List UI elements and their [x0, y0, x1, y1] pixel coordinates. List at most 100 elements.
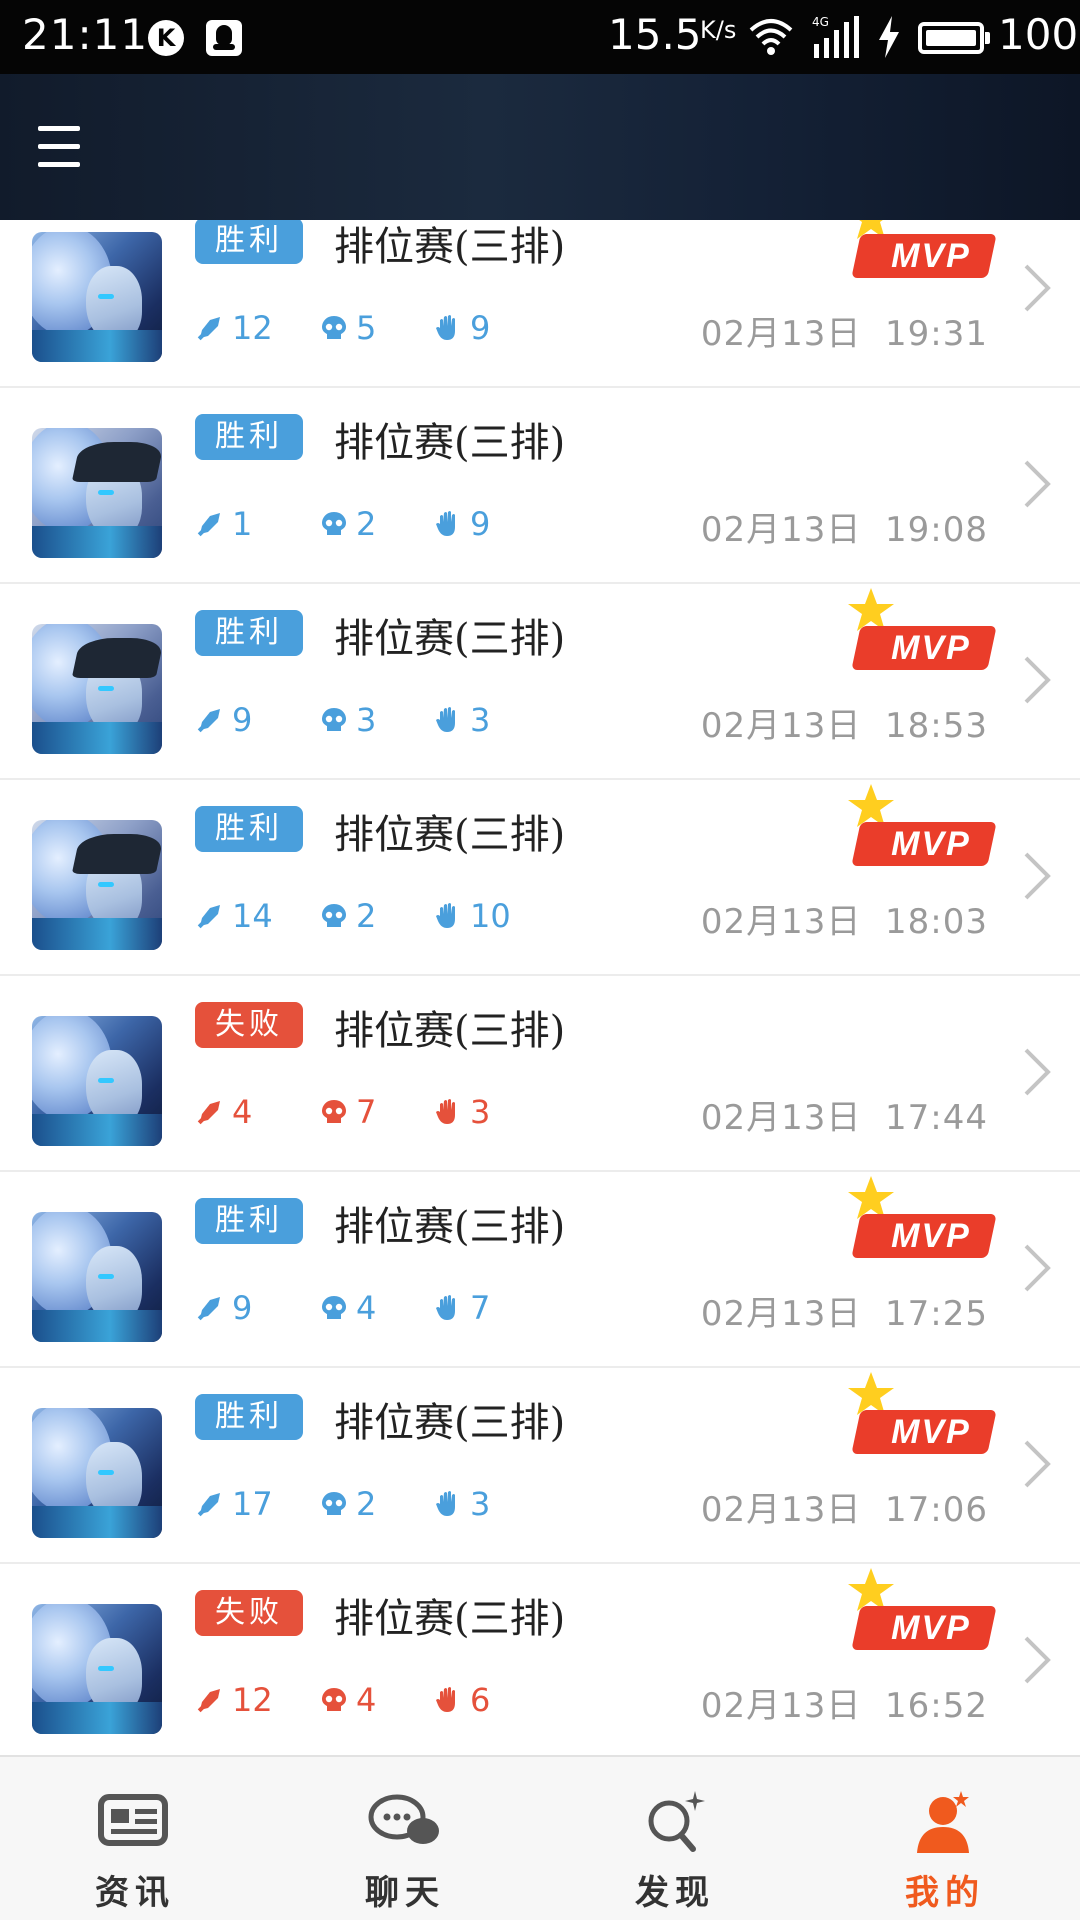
match-time: 18:03: [885, 902, 988, 942]
nav-label-news: 资讯: [95, 1873, 175, 1913]
news-icon: [98, 1794, 168, 1846]
match-row[interactable]: 胜利 排位赛(三排) 12 5 9 02月13日 19:31 MVP: [0, 220, 1080, 388]
match-time: 19:08: [885, 510, 988, 550]
match-date: 02月13日: [700, 510, 862, 550]
nav-item-profile[interactable]: 我的: [810, 1757, 1080, 1920]
result-badge: 失败: [195, 1590, 303, 1636]
match-time: 16:52: [885, 1686, 988, 1726]
hero-avatar: [32, 1408, 162, 1538]
skull-icon: [322, 1492, 346, 1515]
hand-icon: [436, 1491, 455, 1516]
match-date: 02月13日: [700, 1686, 862, 1726]
mvp-label: MVP: [891, 1217, 971, 1255]
match-row[interactable]: 胜利 排位赛(三排) 1 2 9 02月13日 19:08: [0, 388, 1080, 584]
chevron-right-icon: [1024, 1636, 1051, 1684]
match-time: 17:06: [885, 1490, 988, 1530]
match-row[interactable]: 胜利 排位赛(三排) 9 4 7 02月13日 17:25 MVP: [0, 1172, 1080, 1368]
hero-avatar: [32, 624, 162, 754]
assists-value: 3: [470, 1093, 491, 1131]
kills-stat: 1: [196, 504, 252, 544]
nav-label-chat: 聊天: [365, 1873, 445, 1913]
hand-icon: [436, 1687, 455, 1712]
match-datetime: 02月13日 18:03: [701, 894, 988, 943]
match-row[interactable]: 失败 排位赛(三排) 4 7 3 02月13日 17:44: [0, 976, 1080, 1172]
sword-icon: [197, 317, 220, 341]
hero-avatar: [32, 820, 162, 950]
mvp-badge: MVP: [846, 782, 997, 878]
hamburger-menu-icon[interactable]: [38, 120, 84, 172]
nav-item-news[interactable]: 资讯: [0, 1757, 270, 1920]
hero-avatar: [32, 1016, 162, 1146]
skull-icon: [322, 708, 346, 731]
match-datetime: 02月13日 18:53: [701, 698, 988, 747]
deaths-stat: 4: [320, 1680, 376, 1720]
match-mode: 排位赛(三排): [334, 224, 566, 270]
mvp-badge: MVP: [846, 586, 997, 682]
assists-value: 3: [470, 701, 491, 739]
match-datetime: 02月13日 17:06: [701, 1482, 988, 1531]
deaths-value: 7: [356, 1093, 377, 1131]
status-time: 21:11: [22, 10, 149, 59]
battery-icon: [918, 22, 990, 54]
assists-value: 3: [470, 1485, 491, 1523]
deaths-value: 2: [356, 505, 377, 543]
kills-value: 1: [232, 505, 253, 543]
chevron-right-icon: [1024, 1440, 1051, 1488]
kills-value: 9: [232, 701, 253, 739]
profile-icon: [917, 1791, 969, 1853]
mvp-badge: MVP: [846, 220, 997, 290]
assists-stat: 3: [434, 700, 490, 740]
result-badge: 失败: [195, 1002, 303, 1048]
skull-icon: [322, 316, 346, 339]
chat-icon: [368, 1794, 439, 1844]
assists-stat: 3: [434, 1484, 490, 1524]
mvp-badge: MVP: [846, 1174, 997, 1270]
deaths-value: 2: [356, 897, 377, 935]
hero-avatar: [32, 1604, 162, 1734]
chevron-right-icon: [1024, 460, 1051, 508]
mvp-badge: MVP: [846, 1370, 997, 1466]
skull-icon: [322, 512, 346, 535]
sword-icon: [197, 905, 220, 929]
bottom-nav: 资讯 聊天 发现 我的: [0, 1755, 1080, 1920]
assists-value: 6: [470, 1681, 491, 1719]
kills-value: 12: [232, 1681, 273, 1719]
assists-value: 10: [470, 897, 511, 935]
assists-stat: 9: [434, 504, 490, 544]
skull-icon: [322, 1100, 346, 1123]
assists-stat: 3: [434, 1092, 490, 1132]
skull-icon: [322, 1688, 346, 1711]
assists-stat: 6: [434, 1680, 490, 1720]
kills-value: 9: [232, 1289, 253, 1327]
sword-icon: [197, 1493, 220, 1517]
match-row[interactable]: 胜利 排位赛(三排) 14 2 10 02月13日 18:03 MVP: [0, 780, 1080, 976]
chevron-right-icon: [1024, 656, 1051, 704]
match-datetime: 02月13日 16:52: [701, 1678, 988, 1727]
match-time: 17:44: [885, 1098, 988, 1138]
qq-icon: [206, 20, 242, 56]
chevron-right-icon: [1024, 852, 1051, 900]
hero-avatar: [32, 232, 162, 362]
match-row[interactable]: 胜利 排位赛(三排) 9 3 3 02月13日 18:53 MVP: [0, 584, 1080, 780]
match-date: 02月13日: [700, 902, 862, 942]
charging-icon: [879, 16, 899, 58]
network-type: 4G: [812, 15, 829, 29]
kills-value: 12: [232, 309, 273, 347]
hand-icon: [436, 1295, 455, 1320]
deaths-value: 4: [356, 1681, 377, 1719]
deaths-value: 5: [356, 309, 377, 347]
hand-icon: [436, 903, 455, 928]
signal-icon: 4G: [812, 15, 859, 58]
nav-item-discover[interactable]: 发现: [540, 1757, 810, 1920]
kills-stat: 9: [196, 1288, 252, 1328]
nav-item-chat[interactable]: 聊天: [270, 1757, 540, 1920]
match-row[interactable]: 失败 排位赛(三排) 12 4 6 02月13日 16:52 MVP: [0, 1564, 1080, 1755]
match-row[interactable]: 胜利 排位赛(三排) 17 2 3 02月13日 17:06 MVP: [0, 1368, 1080, 1564]
match-history-list[interactable]: 胜利 排位赛(三排) 12 5 9 02月13日 19:31 MVP 胜利 排位…: [0, 220, 1080, 1755]
sword-icon: [197, 1297, 220, 1321]
deaths-value: 4: [356, 1289, 377, 1327]
sword-icon: [197, 1101, 220, 1125]
kills-value: 4: [232, 1093, 253, 1131]
result-badge: 胜利: [195, 414, 303, 460]
match-date: 02月13日: [700, 1294, 862, 1334]
